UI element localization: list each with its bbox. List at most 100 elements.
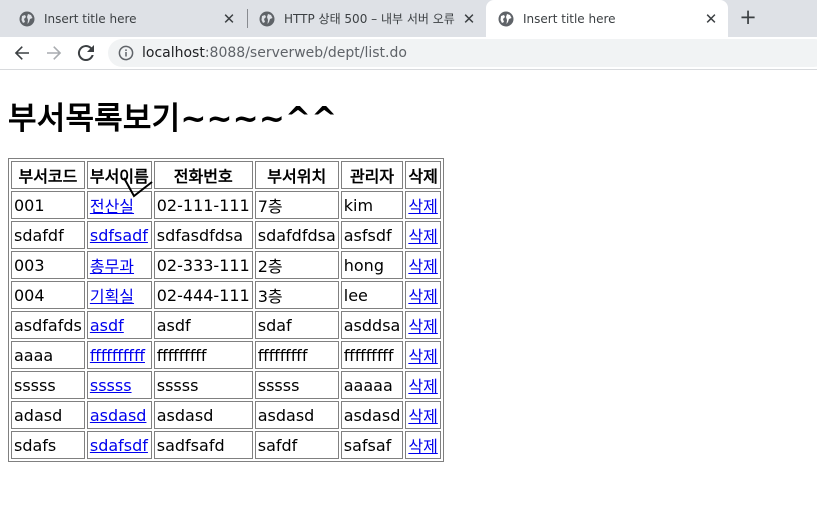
cell-location: 2층 (257, 257, 283, 276)
delete-link[interactable]: 삭제 (408, 347, 437, 366)
cell-dept-code: 003 (14, 255, 45, 275)
address-bar[interactable]: localhost:8088/serverweb/dept/list.do (108, 39, 817, 67)
close-tab-icon[interactable]: ✕ (703, 11, 719, 27)
cell-location: fffffffff (257, 345, 308, 365)
cell-dept-code: aaaa (14, 345, 54, 365)
delete-link[interactable]: 삭제 (408, 437, 437, 456)
table-cell: 2층 (254, 251, 339, 279)
table-cell: asdasd (254, 401, 339, 429)
table-cell: sssss (11, 371, 85, 399)
table-cell: sadfsafd (153, 431, 253, 459)
table-cell: 총무과 (86, 251, 152, 279)
table-cell: 7층 (254, 191, 339, 219)
cell-manager: kim (343, 195, 374, 215)
url-host: localhost (142, 45, 205, 61)
table-cell: aaaa (11, 341, 85, 369)
table-cell: 삭제 (405, 431, 441, 459)
cell-manager: safsaf (343, 435, 392, 455)
close-tab-icon[interactable]: ✕ (461, 11, 477, 27)
table-cell: asfsdf (340, 221, 404, 249)
table-cell: sdafdf (11, 221, 85, 249)
table-cell: safsaf (340, 431, 404, 459)
globe-icon (498, 11, 514, 26)
cell-location: sdafdfdsa (257, 225, 336, 245)
table-cell: 02-333-111 (153, 251, 253, 279)
tab-insert-title-active[interactable]: Insert title here ✕ (486, 0, 728, 37)
table-cell: 기획실 (86, 281, 152, 309)
url-text[interactable]: localhost:8088/serverweb/dept/list.do (142, 39, 407, 67)
reload-icon[interactable] (74, 41, 98, 65)
table-cell: 02-111-111 (153, 191, 253, 219)
cell-location: safdf (257, 435, 298, 455)
delete-link[interactable]: 삭제 (408, 407, 437, 426)
table-cell: asdf (153, 311, 253, 339)
cell-location: sdaf (257, 315, 292, 335)
cell-dept-code: 001 (14, 195, 45, 215)
dept-name-link[interactable]: ffffffffff (90, 346, 145, 365)
delete-link[interactable]: 삭제 (408, 377, 437, 396)
dept-name-link[interactable]: 총무과 (90, 257, 134, 276)
cell-phone: sssss (156, 375, 199, 395)
cell-location: sssss (257, 375, 300, 395)
delete-link[interactable]: 삭제 (408, 317, 437, 336)
table-cell: sssss (86, 371, 152, 399)
cell-dept-code: sssss (14, 375, 56, 395)
dept-name-link[interactable]: sdfsadf (90, 226, 148, 245)
cell-phone: fffffffff (156, 345, 207, 365)
cell-location: asdasd (257, 405, 315, 425)
table-cell: asdasd (340, 401, 404, 429)
dept-name-link[interactable]: sssss (90, 376, 132, 395)
table-cell: safdf (254, 431, 339, 459)
dept-name-link[interactable]: asdf (90, 316, 124, 335)
department-table: 부서코드 부서이름 전화번호 부서위치 관리자 삭제 001 전산실 02-111-… (8, 158, 444, 462)
header-dept-code: 부서코드 (11, 161, 85, 189)
arrow-left-icon[interactable] (10, 41, 34, 65)
url-path: :8088/serverweb/dept/list.do (204, 45, 407, 61)
table-cell: 003 (11, 251, 85, 279)
table-cell: asdasd (153, 401, 253, 429)
table-cell: asdasd (86, 401, 152, 429)
cell-phone: asdf (156, 315, 191, 335)
cell-dept-code: sdafs (14, 435, 57, 455)
table-cell: 삭제 (405, 371, 441, 399)
cell-phone: sadfsafd (156, 435, 225, 455)
table-cell: sdafs (11, 431, 85, 459)
table-cell: 3층 (254, 281, 339, 309)
table-row: 001 전산실 02-111-111 7층 kim 삭제 (11, 191, 441, 219)
tab-insert-title-1[interactable]: Insert title here ✕ (0, 0, 246, 37)
dept-name-link[interactable]: sdafsdf (90, 436, 148, 455)
dept-name-link[interactable]: 기획실 (90, 287, 134, 306)
info-icon[interactable] (118, 45, 134, 61)
globe-icon (19, 11, 35, 26)
table-cell: sdafdfdsa (254, 221, 339, 249)
table-cell: aaaaa (340, 371, 404, 399)
page-title: 부서목록보기~~~~^^ (8, 101, 338, 137)
cell-dept-code: asdfafds (14, 315, 82, 335)
table-cell: 삭제 (405, 341, 441, 369)
cell-manager: asddsa (343, 315, 401, 335)
table-row: adasd asdasd asdasd asdasd asdasd 삭제 (11, 401, 441, 429)
tab-title: Insert title here (523, 11, 616, 26)
dept-name-link[interactable]: 전산실 (90, 197, 134, 216)
delete-link[interactable]: 삭제 (408, 197, 437, 216)
cell-phone: sdfasdfdsa (156, 225, 244, 245)
delete-link[interactable]: 삭제 (408, 287, 437, 306)
table-cell: 001 (11, 191, 85, 219)
cell-manager: fffffffff (343, 345, 394, 365)
header-dept-name: 부서이름 (86, 161, 152, 189)
close-tab-icon[interactable]: ✕ (221, 11, 237, 27)
table-cell: fffffffff (254, 341, 339, 369)
dept-name-link[interactable]: asdasd (90, 406, 147, 425)
delete-link[interactable]: 삭제 (408, 257, 437, 276)
tab-http-500-error[interactable]: HTTP 상태 500 – 내부 서버 오류 ✕ (240, 0, 486, 37)
table-cell: sssss (254, 371, 339, 399)
arrow-right-icon[interactable] (42, 41, 66, 65)
tab-title: Insert title here (44, 11, 137, 26)
table-cell: 전산실 (86, 191, 152, 219)
globe-icon (259, 11, 275, 26)
new-tab-button[interactable]: + (736, 6, 760, 30)
table-cell: 삭제 (405, 191, 441, 219)
table-cell: ffffffffff (86, 341, 152, 369)
delete-link[interactable]: 삭제 (408, 227, 437, 246)
table-cell: asdf (86, 311, 152, 339)
